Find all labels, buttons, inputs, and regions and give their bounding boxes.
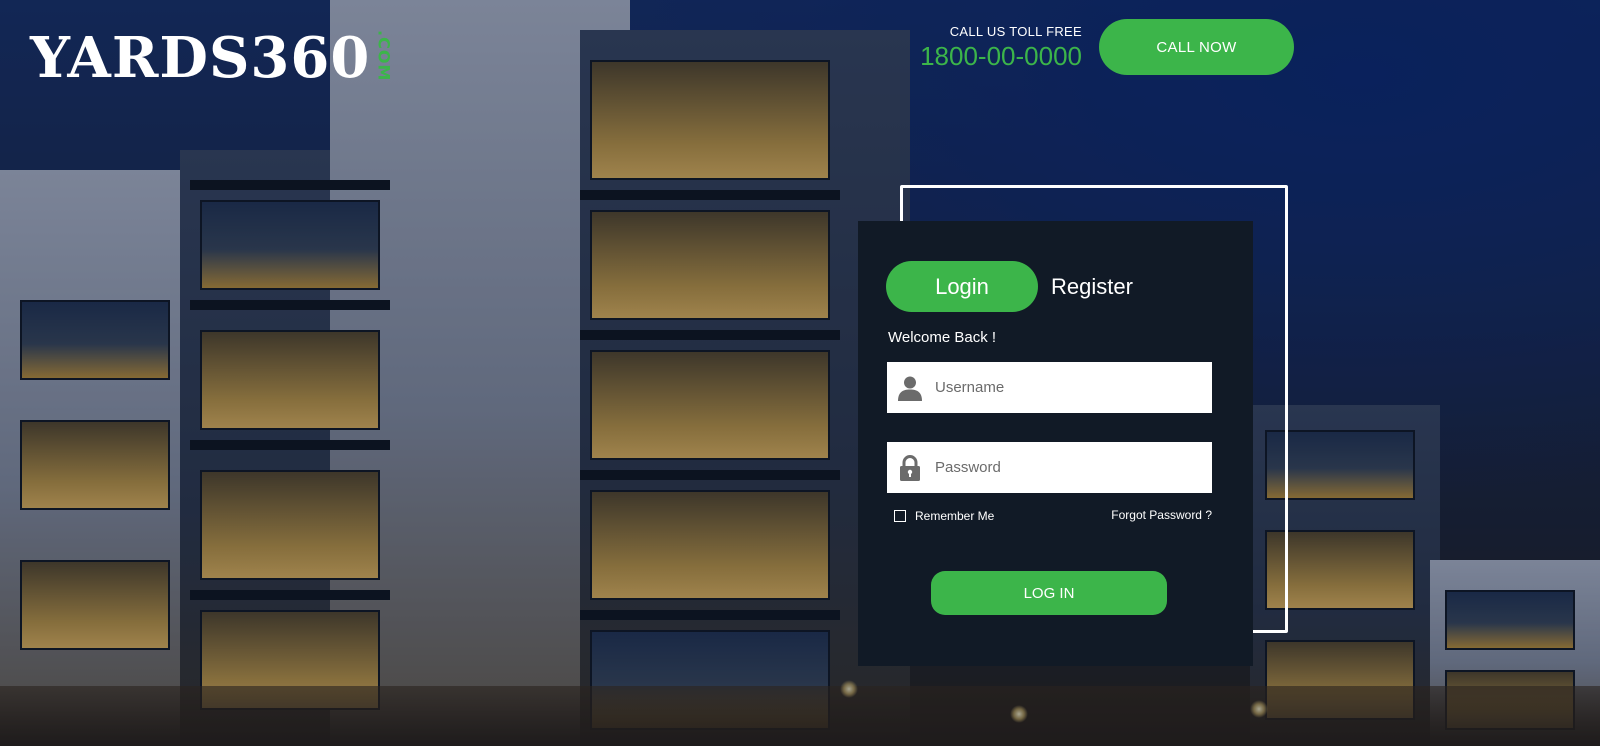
username-input[interactable] — [933, 378, 1207, 397]
auth-tabs: Login Register — [886, 261, 1133, 312]
tab-login[interactable]: Login — [886, 261, 1038, 312]
toll-free-contact: CALL US TOLL FREE 1800-00-0000 — [920, 24, 1082, 72]
site-logo[interactable]: YARDS360 .COM — [30, 28, 393, 88]
forgot-password-link[interactable]: Forgot Password ? — [1111, 508, 1212, 522]
logo-domain-suffix: .COM — [374, 30, 394, 82]
password-input[interactable] — [933, 458, 1207, 477]
tab-register[interactable]: Register — [1051, 274, 1133, 300]
background-scene — [0, 0, 1600, 746]
login-page: YARDS360 .COM CALL US TOLL FREE 1800-00-… — [0, 0, 1600, 746]
welcome-text: Welcome Back ! — [888, 329, 997, 346]
lock-icon — [887, 454, 933, 481]
remember-me-checkbox[interactable] — [894, 510, 906, 522]
toll-free-number[interactable]: 1800-00-0000 — [920, 41, 1082, 72]
call-now-button[interactable]: CALL NOW — [1099, 19, 1294, 75]
username-field[interactable] — [887, 362, 1212, 413]
remember-me-label[interactable]: Remember Me — [915, 509, 994, 523]
password-field[interactable] — [887, 442, 1212, 493]
remember-me[interactable]: Remember Me — [894, 509, 994, 523]
background-overlay — [0, 0, 1600, 746]
log-in-button[interactable]: LOG IN — [931, 571, 1167, 615]
toll-free-label: CALL US TOLL FREE — [949, 24, 1082, 39]
login-card: Login Register Welcome Back ! Username R… — [858, 221, 1253, 666]
user-icon — [887, 375, 933, 401]
logo-text: YARDS360 — [30, 25, 371, 91]
